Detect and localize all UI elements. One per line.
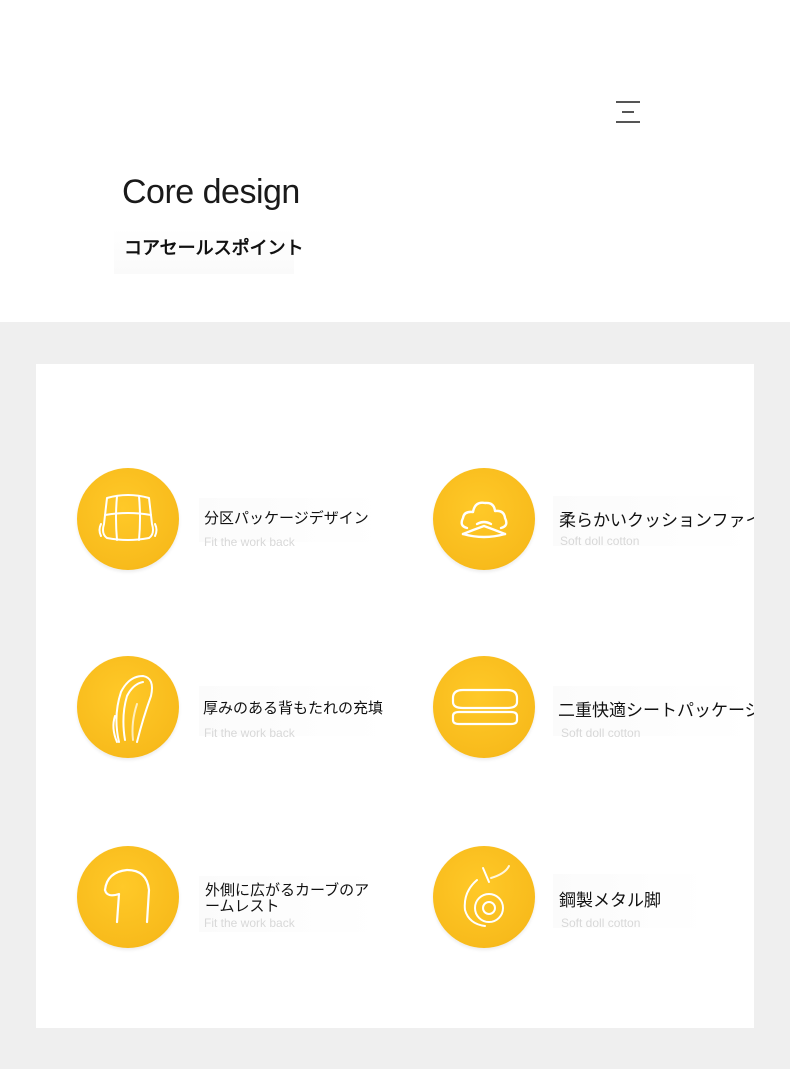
feature-subtitle: Soft doll cotton — [560, 534, 640, 548]
feature-subtitle: Fit the work back — [204, 535, 295, 549]
feature-subtitle: Fit the work back — [204, 916, 295, 930]
feature-title: 鋼製メタル脚 — [559, 891, 661, 911]
feature-title: 分区パッケージデザイン — [204, 509, 369, 527]
feature-panel: 分区パッケージデザイン Fit the work back 柔らかいクッションフ… — [36, 364, 754, 1028]
feature-subtitle: Soft doll cotton — [561, 726, 641, 740]
cotton-icon — [433, 468, 535, 570]
armrest-icon — [77, 846, 179, 948]
feature-title: 厚みのある背もたれの充填 — [203, 699, 384, 717]
feature-subtitle: Soft doll cotton — [561, 916, 641, 930]
double-seat-icon — [433, 656, 535, 758]
feature-text: 外側に広がるカーブのアームレスト Fit the work back — [199, 876, 379, 932]
caster-wheel-icon — [433, 846, 535, 948]
feature-text: 鋼製メタル脚 Soft doll cotton — [553, 874, 708, 930]
feature-title: 二重快適シートパッケージ — [558, 701, 754, 721]
feature-text: 厚みのある背もたれの充填 Fit the work back — [199, 686, 389, 740]
feature-text: 分区パッケージデザイン Fit the work back — [199, 498, 384, 549]
page-subtitle-box: コアセールスポイント — [114, 228, 304, 274]
page-title: Core design — [122, 173, 300, 211]
feature-title: 外側に広がるカーブのアームレスト — [205, 881, 370, 915]
header-section: Core design コアセールスポイント — [0, 0, 790, 322]
menu-icon[interactable] — [616, 101, 640, 123]
feature-subtitle: Fit the work back — [204, 726, 295, 740]
seat-cushion-icon — [77, 468, 179, 570]
feature-title: 柔らかいクッションファイバー — [559, 511, 754, 531]
feature-text: 柔らかいクッションファイバー Soft doll cotton — [553, 496, 754, 548]
backrest-icon — [77, 656, 179, 758]
feature-text: 二重快適シートパッケージ Soft doll cotton — [553, 686, 754, 740]
page-subtitle: コアセールスポイント — [124, 238, 304, 259]
